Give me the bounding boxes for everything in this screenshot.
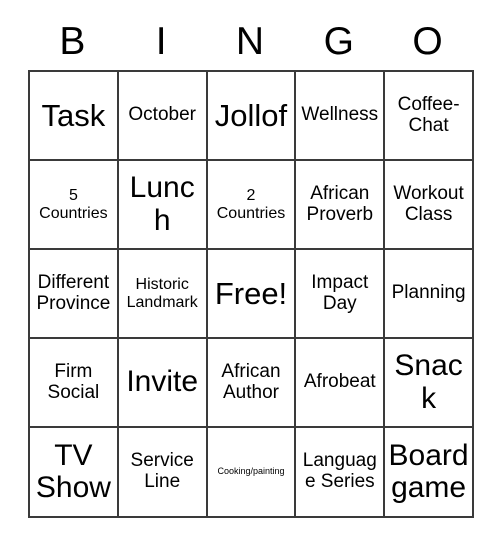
bingo-row: Firm Social Invite African Author Afrobe… bbox=[30, 339, 474, 428]
bingo-cell-label: Service Line bbox=[130, 450, 194, 492]
bingo-card: B I N G O Task October Jollof Wellness C… bbox=[28, 12, 474, 518]
bingo-cell-n2[interactable]: 2 Countries bbox=[207, 161, 297, 250]
bingo-cell-label: African Author bbox=[221, 360, 281, 403]
bingo-cell-label: Board game bbox=[388, 438, 469, 504]
bingo-cell-b1[interactable]: Task bbox=[30, 72, 119, 161]
bingo-cell-label: Workout Class bbox=[393, 182, 464, 225]
bingo-cell-label: Invite bbox=[126, 365, 199, 399]
bingo-cell-g4[interactable]: Afrobeat bbox=[296, 339, 386, 428]
bingo-cell-label: Different Province bbox=[36, 271, 111, 314]
bingo-cell-g1[interactable]: Wellness bbox=[296, 72, 386, 161]
bingo-row: 5 Countries Lunch 2 Countries African Pr… bbox=[30, 161, 474, 250]
bingo-cell-label: Cooking/painting bbox=[217, 466, 285, 477]
bingo-header: B I N G O bbox=[28, 12, 472, 70]
bingo-cell-label: Planning bbox=[391, 282, 466, 304]
bingo-cell-label: Snack bbox=[394, 349, 463, 415]
bingo-cell-b4[interactable]: Firm Social bbox=[30, 339, 119, 428]
bingo-cell-label: October bbox=[128, 104, 196, 126]
bingo-cell-label: Coffee-Chat bbox=[397, 93, 460, 136]
bingo-cell-i4[interactable]: Invite bbox=[118, 339, 208, 428]
bingo-cell-n5[interactable]: Cooking/painting bbox=[207, 428, 297, 518]
bingo-cell-label: Wellness bbox=[301, 104, 379, 126]
bingo-cell-i5[interactable]: Service Line bbox=[118, 428, 208, 518]
bingo-cell-label: Language Series bbox=[302, 450, 377, 492]
header-letter-o: O bbox=[412, 19, 443, 63]
bingo-cell-label: TV Show bbox=[35, 438, 111, 504]
bingo-cell-label: 5 Countries bbox=[39, 187, 108, 222]
bingo-grid: Task October Jollof Wellness Coffee-Chat… bbox=[28, 70, 474, 518]
bingo-cell-g3[interactable]: Impact Day bbox=[296, 250, 386, 339]
bingo-cell-label: African Proverb bbox=[306, 182, 374, 225]
bingo-row: Different Province Historic Landmark Fre… bbox=[30, 250, 474, 339]
bingo-cell-o3[interactable]: Planning bbox=[385, 250, 474, 339]
bingo-cell-i1[interactable]: October bbox=[118, 72, 208, 161]
bingo-cell-label: 2 Countries bbox=[216, 187, 286, 222]
bingo-cell-i3[interactable]: Historic Landmark bbox=[118, 250, 208, 339]
bingo-cell-n1[interactable]: Jollof bbox=[207, 72, 297, 161]
header-letter-g: G bbox=[323, 19, 354, 63]
bingo-cell-label: Lunch bbox=[129, 171, 195, 237]
header-letter-n: N bbox=[235, 19, 265, 63]
bingo-row: Task October Jollof Wellness Coffee-Chat bbox=[30, 72, 474, 161]
bingo-cell-b3[interactable]: Different Province bbox=[30, 250, 119, 339]
bingo-cell-label: Firm Social bbox=[47, 360, 100, 403]
bingo-cell-b5[interactable]: TV Show bbox=[30, 428, 119, 518]
bingo-cell-label: Jollof bbox=[214, 97, 288, 133]
bingo-cell-g5[interactable]: Language Series bbox=[296, 428, 386, 518]
header-letter-b: B bbox=[59, 19, 86, 63]
bingo-cell-o1[interactable]: Coffee-Chat bbox=[385, 72, 474, 161]
bingo-cell-i2[interactable]: Lunch bbox=[118, 161, 208, 250]
free-space-label: Free! bbox=[214, 275, 288, 311]
bingo-cell-b2[interactable]: 5 Countries bbox=[30, 161, 119, 250]
bingo-cell-o2[interactable]: Workout Class bbox=[385, 161, 474, 250]
bingo-cell-n4[interactable]: African Author bbox=[207, 339, 297, 428]
bingo-cell-free-space[interactable]: Free! bbox=[207, 250, 297, 339]
header-letter-i: I bbox=[155, 19, 167, 63]
bingo-cell-label: Task bbox=[41, 97, 106, 133]
bingo-cell-label: Afrobeat bbox=[303, 371, 376, 393]
bingo-cell-g2[interactable]: African Proverb bbox=[296, 161, 386, 250]
bingo-cell-o4[interactable]: Snack bbox=[385, 339, 474, 428]
bingo-row: TV Show Service Line Cooking/painting La… bbox=[30, 428, 474, 518]
bingo-cell-label: Historic Landmark bbox=[126, 276, 198, 311]
bingo-cell-label: Impact Day bbox=[311, 271, 369, 314]
bingo-cell-o5[interactable]: Board game bbox=[385, 428, 474, 518]
